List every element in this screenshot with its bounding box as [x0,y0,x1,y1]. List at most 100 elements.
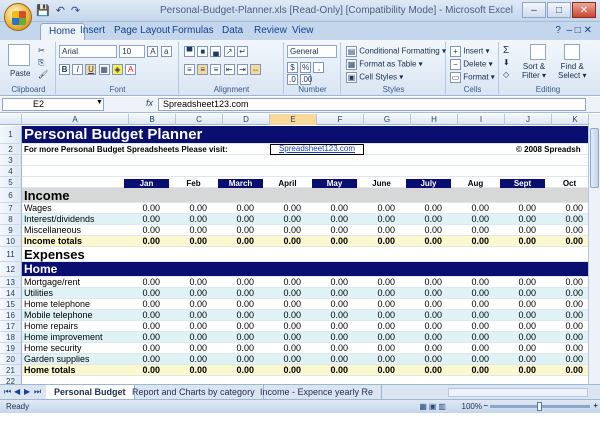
cell-value[interactable]: 0.00 [496,343,536,354]
cell-value[interactable]: 0.00 [449,343,489,354]
cell-value[interactable]: 0.00 [120,365,160,376]
name-box-dropdown-icon[interactable]: ▼ [96,99,103,106]
cell-value[interactable]: 0.00 [355,225,395,236]
row-number[interactable]: 5 [0,177,22,188]
cell-value[interactable]: 0.00 [214,225,254,236]
currency-icon[interactable]: $ [287,62,298,73]
horizontal-scrollbar[interactable] [448,388,588,397]
cell-value[interactable]: 0.00 [402,225,442,236]
indent-decrease-icon[interactable]: ⇤ [223,64,235,75]
column-header[interactable]: K [552,114,588,125]
row-number[interactable]: 3 [0,155,22,166]
comma-button[interactable]: , [313,62,325,73]
fill-color-icon[interactable]: ◈ [111,64,123,75]
cell-value[interactable]: 0.00 [120,236,160,247]
cell-value[interactable]: 0.00 [214,236,254,247]
zoom-slider-knob[interactable] [537,402,542,411]
cell-value[interactable]: 0.00 [120,343,160,354]
select-all-corner[interactable] [0,114,22,125]
cell-value[interactable]: 0.00 [496,277,536,288]
column-header[interactable]: F [317,114,364,125]
tab-review[interactable]: Review [254,25,287,36]
office-button[interactable] [4,3,32,31]
cell-value[interactable]: 0.00 [402,321,442,332]
cell-value[interactable]: 0.00 [449,354,489,365]
cell-value[interactable]: 0.00 [449,277,489,288]
cell-value[interactable]: 0.00 [261,236,301,247]
row-number[interactable]: 9 [0,225,22,236]
view-buttons[interactable]: ▦▣▥ [419,402,448,411]
grow-font-icon[interactable]: A [147,46,159,57]
cell-value[interactable]: 0.00 [261,203,301,214]
cell-value[interactable]: 0.00 [543,310,583,321]
cell-value[interactable]: 0.00 [214,214,254,225]
row-number[interactable]: 1 [0,126,22,144]
cell-value[interactable]: 0.00 [261,225,301,236]
cell-value[interactable]: 0.00 [355,343,395,354]
tab-formulas[interactable]: Formulas [172,25,214,36]
increase-decimal-icon[interactable]: .0 [287,74,298,85]
row-number[interactable]: 4 [0,166,22,177]
insert-cells-button[interactable]: + Insert ▾ [450,46,490,57]
conditional-formatting-button[interactable]: ▤ Conditional Formatting ▾ [346,46,446,57]
tab-data[interactable]: Data [222,25,243,36]
cell-value[interactable]: 0.00 [496,299,536,310]
cell-value[interactable]: 0.00 [261,321,301,332]
cell-value[interactable]: 0.00 [543,236,583,247]
row-number[interactable]: 21 [0,365,22,376]
cell-value[interactable]: 0.00 [120,332,160,343]
cell-value[interactable]: 0.00 [355,236,395,247]
cell-value[interactable]: 0.00 [402,288,442,299]
cell-value[interactable]: 0.00 [402,365,442,376]
row-number[interactable]: 18 [0,332,22,343]
cell-value[interactable]: 0.00 [308,332,348,343]
column-header[interactable]: H [411,114,458,125]
row-number[interactable]: 15 [0,299,22,310]
cell-value[interactable]: 0.00 [543,332,583,343]
cell-value[interactable]: 0.00 [261,299,301,310]
zoom-in-button[interactable]: + [593,401,598,410]
cell-value[interactable]: 0.00 [167,310,207,321]
cell-value[interactable]: 0.00 [261,288,301,299]
cell-value[interactable]: 0.00 [496,332,536,343]
cell-value[interactable]: 0.00 [543,277,583,288]
minimize-button[interactable]: – [522,2,546,18]
column-header[interactable]: I [458,114,505,125]
cell-value[interactable]: 0.00 [214,288,254,299]
scroll-thumb[interactable] [590,128,599,188]
row-number[interactable]: 8 [0,214,22,225]
cell-value[interactable]: 0.00 [214,321,254,332]
vertical-scrollbar[interactable] [588,114,600,384]
underline-button[interactable]: U [85,64,97,75]
row-number[interactable]: 16 [0,310,22,321]
maximize-button[interactable]: □ [547,2,571,18]
align-bottom-icon[interactable]: ▄ [210,46,222,57]
row-number[interactable]: 13 [0,277,22,288]
column-header-selected[interactable]: E [270,114,317,125]
number-format-combo[interactable]: General [287,45,337,58]
cell-value[interactable]: 0.00 [449,332,489,343]
column-header[interactable]: B [129,114,176,125]
cell-value[interactable]: 0.00 [496,365,536,376]
cell-value[interactable]: 0.00 [214,310,254,321]
cell-value[interactable]: 0.00 [214,354,254,365]
cell-value[interactable]: 0.00 [308,236,348,247]
cell-value[interactable]: 0.00 [355,203,395,214]
tab-insert[interactable]: Insert [80,25,105,36]
cell-value[interactable]: 0.00 [449,214,489,225]
cell-value[interactable]: 0.00 [308,203,348,214]
cell-value[interactable]: 0.00 [261,343,301,354]
cell-value[interactable]: 0.00 [355,214,395,225]
cell-value[interactable]: 0.00 [355,310,395,321]
cell-value[interactable]: 0.00 [543,343,583,354]
formula-input[interactable]: Spreadsheet123.com [158,98,586,111]
row-number[interactable]: 20 [0,354,22,365]
worksheet-grid[interactable]: A B C D E F G H I J K 1 Personal Budget P… [0,114,588,384]
copy-icon[interactable]: ⎘ [38,58,44,68]
cell-value[interactable]: 0.00 [167,203,207,214]
delete-cells-button[interactable]: − Delete ▾ [450,59,493,70]
cell-value[interactable]: 0.00 [449,321,489,332]
fill-icon[interactable]: ⬇ [503,58,510,67]
cell-value[interactable]: 0.00 [167,288,207,299]
cell-value[interactable]: 0.00 [449,203,489,214]
